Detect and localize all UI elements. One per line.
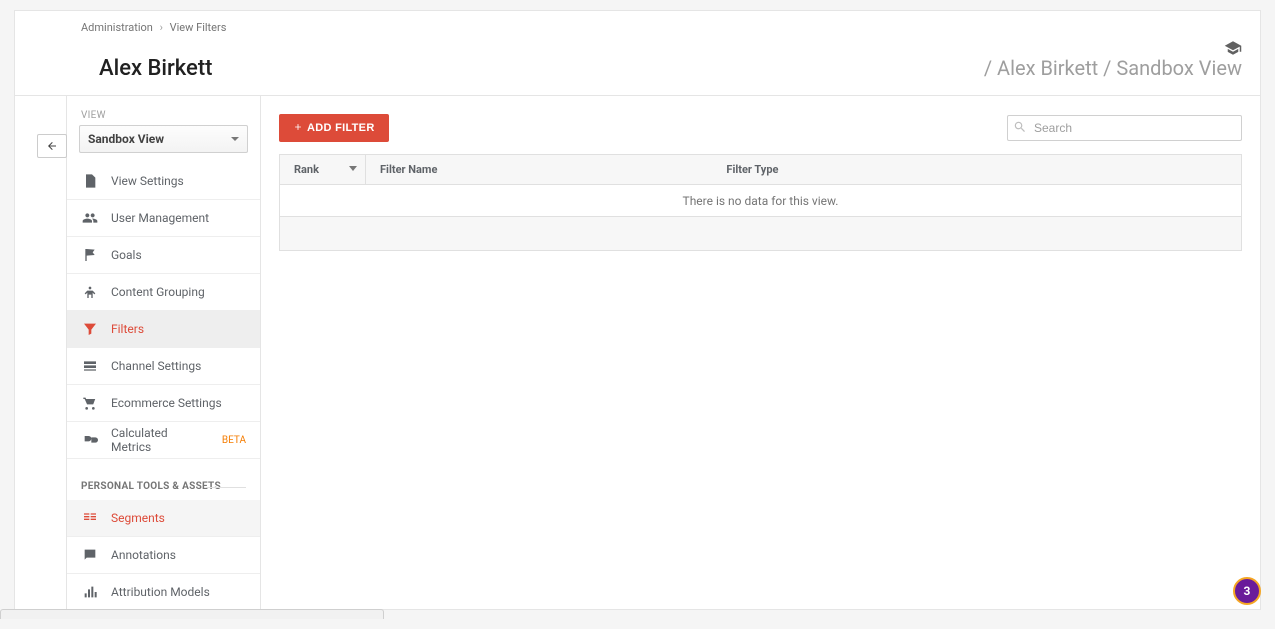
sort-descending-icon <box>349 166 357 171</box>
table-empty-message: There is no data for this view. <box>280 185 1242 217</box>
chevron-down-icon <box>231 137 239 141</box>
breadcrumb-root[interactable]: Administration <box>81 21 153 34</box>
table-footer <box>280 217 1242 251</box>
breadcrumb-leaf: View Filters <box>170 21 227 34</box>
sidebar-view-label: VIEW <box>67 110 260 125</box>
sidebar-item-label: Calculated Metrics <box>111 426 206 454</box>
view-selector-value: Sandbox View <box>88 132 164 146</box>
sidebar-item-segments[interactable]: Segments <box>67 500 260 537</box>
main-content: ADD FILTER Rank Filter Na <box>261 96 1260 610</box>
file-icon <box>81 173 99 189</box>
breadcrumb-separator: › <box>160 21 163 34</box>
page-header: Administration › View Filters Alex Birke… <box>15 11 1260 96</box>
flag-icon <box>81 247 99 263</box>
breadcrumb: Administration › View Filters <box>81 21 1242 34</box>
chat-bubble-count: 3 <box>1244 584 1251 598</box>
left-gutter <box>15 96 67 610</box>
browser-tab-artifact <box>0 609 384 619</box>
search-input[interactable] <box>1007 115 1242 141</box>
title-account: Alex Birkett <box>81 38 976 81</box>
sidebar-item-annotations[interactable]: Annotations <box>67 537 260 574</box>
users-icon <box>81 210 99 226</box>
sidebar-item-label: Annotations <box>111 548 246 562</box>
dd-icon <box>81 432 99 448</box>
col-rank[interactable]: Rank <box>280 155 366 185</box>
sidebar-item-content-grouping[interactable]: Content Grouping <box>67 274 260 311</box>
title-path: / Alex Birkett / Sandbox View <box>984 56 1242 80</box>
sidebar-item-view-settings[interactable]: View Settings <box>67 163 260 200</box>
bars-icon <box>81 584 99 600</box>
segments-icon <box>81 510 99 526</box>
sidebar-item-label: View Settings <box>111 174 246 188</box>
sidebar-item-goals[interactable]: Goals <box>67 237 260 274</box>
sidebar-item-user-management[interactable]: User Management <box>67 200 260 237</box>
sidebar-item-ecommerce[interactable]: Ecommerce Settings <box>67 385 260 422</box>
graduation-cap-icon[interactable] <box>1224 39 1242 61</box>
person-arms-icon <box>81 284 99 300</box>
sidebar-item-calculated-metrics[interactable]: Calculated Metrics BETA <box>67 422 260 459</box>
beta-badge: BETA <box>222 435 246 446</box>
add-filter-button[interactable]: ADD FILTER <box>279 114 389 142</box>
sidebar-section-heading: PERSONAL TOOLS & ASSETS <box>67 459 260 500</box>
sidebar-item-label: Ecommerce Settings <box>111 396 246 410</box>
sidebar-item-label: Filters <box>111 322 246 336</box>
sidebar-item-label: User Management <box>111 211 246 225</box>
search-icon <box>1013 120 1027 138</box>
annotation-icon <box>81 547 99 563</box>
funnel-icon <box>81 321 99 337</box>
view-selector[interactable]: Sandbox View <box>79 125 248 153</box>
cart-icon <box>81 395 99 411</box>
sidebar-item-label: Goals <box>111 248 246 262</box>
sidebar-item-channel-settings[interactable]: Channel Settings <box>67 348 260 385</box>
col-filter-name[interactable]: Filter Name <box>366 155 713 185</box>
sidebar-item-attribution-models[interactable]: Attribution Models <box>67 574 260 610</box>
chat-bubble[interactable]: 3 <box>1233 577 1261 605</box>
col-filter-type[interactable]: Filter Type <box>712 155 1241 185</box>
sidebar-item-label: Content Grouping <box>111 285 246 299</box>
back-button[interactable] <box>37 134 67 158</box>
filters-table: Rank Filter Name Filter Type There is no… <box>279 154 1242 251</box>
sidebar: VIEW Sandbox View View Settings User Mana… <box>67 96 261 610</box>
sidebar-item-label: Segments <box>111 511 246 525</box>
page-title: Alex Birkett / Alex Birkett / Sandbox Vi… <box>81 38 1242 81</box>
sidebar-item-filters[interactable]: Filters <box>67 311 260 348</box>
channel-icon <box>81 358 99 374</box>
sidebar-item-label: Attribution Models <box>111 585 246 599</box>
sidebar-item-label: Channel Settings <box>111 359 246 373</box>
